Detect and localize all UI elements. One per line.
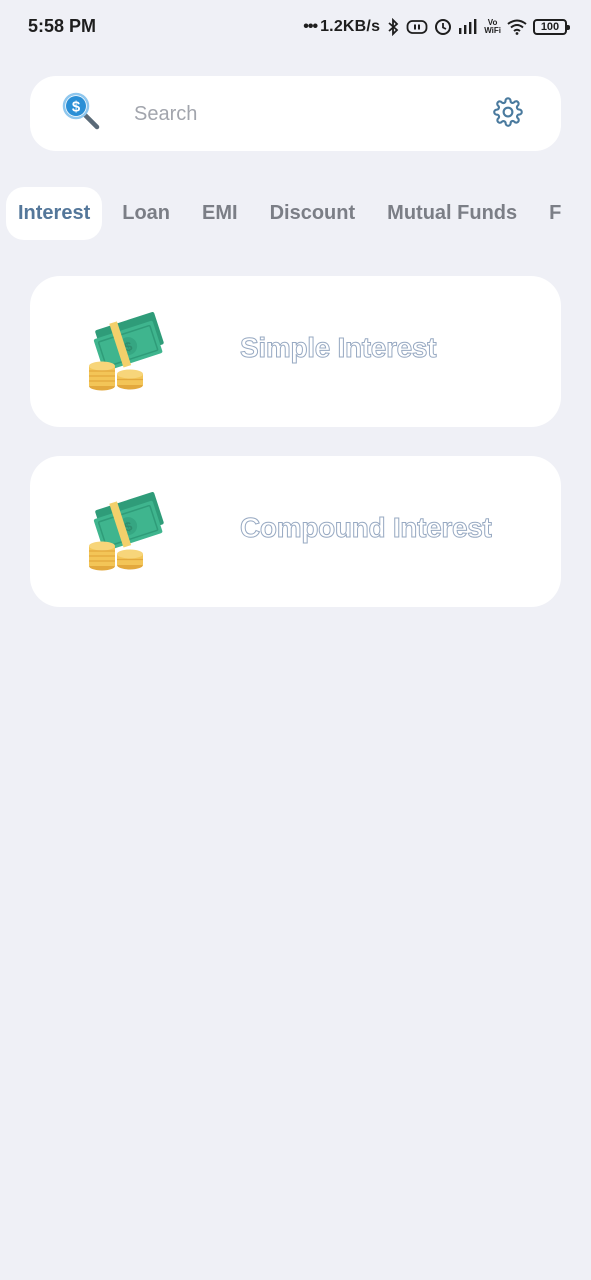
battery-level: 100 <box>540 21 560 33</box>
signal-icon <box>458 19 478 35</box>
alarm-icon <box>434 18 452 36</box>
category-tabs: Interest Loan EMI Discount Mutual Funds … <box>6 187 591 240</box>
tab-interest[interactable]: Interest <box>6 187 103 240</box>
status-time: 5:58 PM <box>28 16 97 36</box>
battery-icon: 100 <box>533 19 570 35</box>
vibrate-icon <box>406 19 428 35</box>
gear-icon <box>493 96 523 132</box>
compound-interest-title: Compound Interest <box>240 512 493 544</box>
search-input[interactable] <box>134 96 464 132</box>
status-icons: ••• 1.2KB/s Vo WiFi 100 <box>303 14 570 40</box>
vowifi-icon: Vo WiFi <box>484 19 501 35</box>
tab-emi[interactable]: EMI <box>190 187 250 240</box>
svg-text:$: $ <box>72 99 81 116</box>
search-bar: $ <box>30 76 561 151</box>
money-cash-coins-icon: $ <box>86 492 168 572</box>
app-screen: 5:58 PM ••• 1.2KB/s Vo WiFi 100 $ Search… <box>0 0 591 1280</box>
money-cash-coins-icon: $ <box>86 312 168 392</box>
tab-mutual-funds[interactable]: Mutual Funds <box>375 187 529 240</box>
status-bar: 5:58 PM ••• 1.2KB/s Vo WiFi 100 <box>0 0 591 54</box>
vowifi-label-bottom: WiFi <box>484 26 501 35</box>
notification-dots: ••• <box>303 18 318 35</box>
network-speed: 1.2KB/s <box>320 18 381 35</box>
simple-interest-card[interactable]: $ Simple Interest <box>30 276 561 427</box>
settings-button[interactable] <box>492 96 524 132</box>
simple-interest-title: Simple Interest <box>239 332 437 364</box>
compound-interest-card[interactable]: $ Compound Interest <box>30 456 561 607</box>
tab-loan[interactable]: Loan <box>110 187 182 240</box>
tab-partial[interactable]: F <box>537 187 573 240</box>
dollar-search-icon: $ <box>60 90 102 132</box>
tab-discount[interactable]: Discount <box>258 187 368 240</box>
wifi-icon <box>507 19 527 35</box>
bluetooth-icon <box>386 18 400 36</box>
